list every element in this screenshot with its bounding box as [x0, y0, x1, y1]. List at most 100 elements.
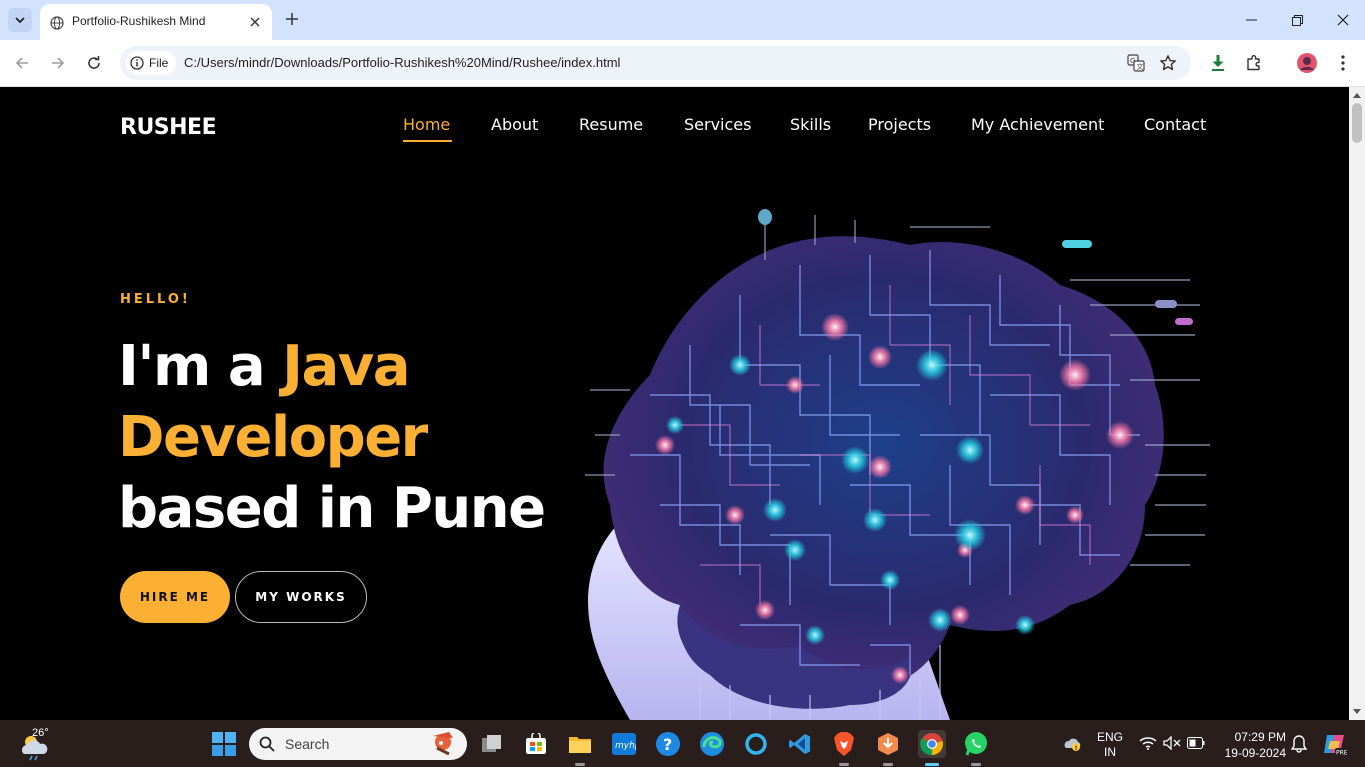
browser-toolbar: File C:/Users/mindr/Downloads/Portfolio-…	[0, 40, 1365, 87]
taskbar-edge[interactable]	[698, 730, 726, 758]
scroll-down-arrow-icon[interactable]	[1353, 707, 1361, 715]
running-indicator	[839, 763, 849, 766]
edge-icon	[700, 732, 724, 756]
tab-search-button[interactable]	[8, 8, 32, 32]
taskbar-task-view[interactable]	[478, 730, 506, 758]
nav-contact[interactable]: Contact	[1144, 115, 1206, 134]
nav-resume[interactable]: Resume	[579, 115, 643, 134]
taskbar-vscode[interactable]	[786, 730, 814, 758]
reload-icon	[88, 56, 100, 69]
minimize-icon	[1245, 19, 1257, 21]
running-indicator	[883, 763, 893, 766]
circuit-brain-illustration	[585, 209, 1210, 720]
task-view-icon	[482, 735, 501, 752]
taskbar-cortana[interactable]	[742, 730, 770, 758]
whatsapp-icon	[965, 732, 987, 756]
extensions-button[interactable]	[1243, 52, 1265, 74]
scroll-up-arrow-icon[interactable]	[1353, 92, 1361, 100]
reload-button[interactable]	[83, 52, 105, 74]
restore-button[interactable]	[1285, 8, 1309, 32]
minimize-button[interactable]	[1239, 8, 1263, 32]
vscode-icon	[789, 734, 810, 754]
notification-bell-icon[interactable]	[1291, 735, 1307, 753]
kebab-menu-icon	[1341, 55, 1345, 71]
url-text[interactable]: C:/Users/mindr/Downloads/Portfolio-Rushi…	[184, 55, 620, 70]
svg-text:!: !	[1075, 745, 1078, 752]
headline-location: based in Pune	[118, 476, 546, 541]
forward-button[interactable]	[47, 52, 69, 74]
cortana-icon	[745, 733, 767, 755]
volume-muted-icon[interactable]	[1163, 736, 1181, 750]
nav-my-achievement[interactable]: My Achievement	[971, 115, 1104, 134]
search-icon	[259, 736, 275, 752]
clock-date: 19-09-2024	[1224, 746, 1286, 760]
plus-icon	[286, 13, 298, 25]
profile-avatar[interactable]	[1296, 52, 1318, 74]
page-scrollbar[interactable]	[1349, 87, 1365, 720]
bookmark-star-icon[interactable]	[1158, 53, 1178, 73]
taskbar-myhp[interactable]: myhp	[610, 730, 638, 758]
active-indicator	[925, 763, 939, 766]
taskbar-microsoft-store[interactable]	[522, 730, 550, 758]
info-icon	[130, 56, 144, 70]
taskbar-get-help[interactable]: ?	[654, 730, 682, 758]
store-icon	[526, 733, 546, 754]
browser-tab-strip: Portfolio-Rushikesh Mind	[0, 0, 1365, 40]
back-button[interactable]	[11, 52, 33, 74]
translate-icon[interactable]: G文	[1126, 53, 1146, 73]
help-icon: ?	[656, 732, 680, 756]
download-button[interactable]	[1207, 52, 1229, 74]
browser-tab[interactable]: Portfolio-Rushikesh Mind	[40, 4, 272, 40]
taskbar-search-box[interactable]: Search	[249, 728, 467, 760]
avatar-icon	[1297, 53, 1317, 73]
svg-text:G: G	[1130, 57, 1135, 65]
onedrive-warning-icon[interactable]: !	[1063, 736, 1083, 752]
new-tab-button[interactable]	[282, 9, 302, 29]
hire-me-button[interactable]: HIRE ME	[120, 571, 230, 623]
hero-greeting: HELLO!	[120, 292, 191, 307]
site-info-chip[interactable]: File	[126, 51, 177, 75]
nav-about[interactable]: About	[491, 115, 538, 134]
windows-taskbar: 26° Search myhp ?	[0, 720, 1365, 767]
copilot-icon[interactable]: PRE	[1321, 731, 1347, 757]
svg-text:?: ?	[663, 735, 672, 754]
site-logo[interactable]: RUSHEE	[120, 115, 217, 140]
close-window-button[interactable]	[1331, 8, 1355, 32]
running-indicator	[575, 763, 585, 766]
headline-prefix: I'm a	[118, 334, 283, 399]
clock-time: 07:29 PM	[1234, 730, 1286, 744]
restore-icon	[1291, 14, 1303, 26]
nav-home[interactable]: Home	[403, 115, 450, 134]
taskbar-file-explorer[interactable]	[566, 730, 594, 766]
windows-start-icon[interactable]	[212, 732, 236, 756]
globe-icon	[50, 15, 64, 34]
taskbar-brave[interactable]	[830, 730, 858, 766]
active-nav-underline	[403, 140, 452, 142]
svg-text:文: 文	[1137, 62, 1144, 71]
back-arrow-icon	[15, 57, 28, 69]
battery-icon[interactable]	[1187, 737, 1205, 749]
nav-services[interactable]: Services	[684, 115, 751, 134]
taskbar-app-installer[interactable]	[874, 730, 902, 766]
my-works-button[interactable]: MY WORKS	[235, 571, 367, 623]
headline-accent-java: Java	[282, 334, 410, 399]
close-tab-icon[interactable]	[246, 13, 264, 31]
input-language-indicator[interactable]: ENG IN	[1096, 730, 1124, 760]
myhp-icon: myhp	[612, 733, 636, 755]
nav-skills[interactable]: Skills	[790, 115, 831, 134]
puzzle-icon	[1247, 55, 1260, 71]
page-viewport: RUSHEE Home About Resume Services Skills…	[0, 87, 1349, 720]
scrollbar-thumb[interactable]	[1352, 103, 1362, 143]
taskbar-whatsapp[interactable]	[962, 730, 990, 766]
wifi-icon[interactable]	[1139, 736, 1157, 750]
running-indicator	[971, 763, 981, 766]
taskbar-chrome[interactable]	[918, 730, 946, 766]
system-clock[interactable]: 07:29 PM 19-09-2024	[1216, 729, 1286, 761]
search-placeholder: Search	[285, 736, 330, 752]
close-icon	[1337, 14, 1349, 26]
language-code: ENG	[1096, 730, 1123, 744]
browser-menu-button[interactable]	[1332, 52, 1354, 74]
forward-arrow-icon	[52, 57, 65, 69]
address-bar[interactable]: File C:/Users/mindr/Downloads/Portfolio-…	[120, 46, 1191, 80]
nav-projects[interactable]: Projects	[868, 115, 931, 134]
